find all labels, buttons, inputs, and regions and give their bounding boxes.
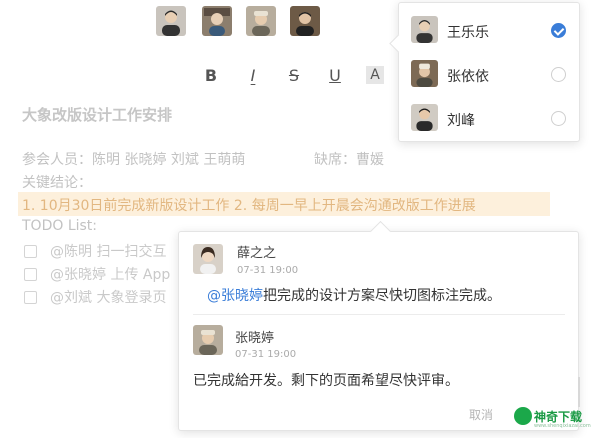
comment-time: 07-31 19:00 <box>237 265 299 276</box>
comment-text: @张晓婷把完成的设计方案尽快切图标注完成。 <box>207 285 501 305</box>
radio-icon[interactable] <box>551 111 566 126</box>
mention-link[interactable]: @张晓婷 <box>207 288 263 304</box>
todo-checkbox[interactable] <box>24 245 37 258</box>
highlight-button[interactable]: A <box>366 66 384 84</box>
absent-line: 缺席：曹媛 <box>314 152 384 168</box>
comment-author: 薛之之 <box>237 246 277 261</box>
italic-button[interactable]: I <box>242 64 264 86</box>
comment-divider <box>193 314 565 315</box>
commenter-avatar <box>193 325 223 355</box>
todo-text: @陈明 扫一扫交互 <box>50 244 167 260</box>
comment-time: 07-31 19:00 <box>235 349 297 360</box>
todo-checkbox[interactable] <box>24 291 37 304</box>
collaborator-avatar[interactable] <box>246 6 276 36</box>
highlighted-conclusions[interactable]: 1. 10月30日前完成新版设计工作 2. 每周一早上开晨会沟通改版工作进展 <box>22 195 476 215</box>
watermark-logo-icon <box>514 407 532 425</box>
scrollbar[interactable] <box>578 377 580 407</box>
underline-button[interactable]: U <box>324 64 346 86</box>
dropdown-item[interactable]: 张依依 <box>399 55 579 95</box>
user-name: 刘峰 <box>447 113 475 129</box>
comment-author: 张晓婷 <box>235 331 275 346</box>
radio-icon[interactable] <box>551 67 566 82</box>
strikethrough-button[interactable]: S <box>283 64 305 86</box>
key-conclusion-label: 关键结论： <box>22 175 92 191</box>
todo-text: @刘斌 大象登录页 <box>50 290 167 306</box>
user-avatar <box>411 60 438 87</box>
todo-title: TODO List: <box>22 218 98 234</box>
todo-text: @张晓婷 上传 App <box>50 267 171 283</box>
collaborator-avatar[interactable] <box>156 6 186 36</box>
watermark-url: www.shenqixiazai.com <box>534 423 591 429</box>
user-name: 张依依 <box>447 69 489 85</box>
comment-body: 已完成給开发。剩下的页面希望尽快评审。 <box>193 373 459 389</box>
user-avatar <box>411 16 438 43</box>
bold-button[interactable]: B <box>200 64 222 86</box>
user-avatar <box>411 104 438 131</box>
user-name: 王乐乐 <box>447 25 489 41</box>
collaborator-avatar[interactable] <box>202 6 232 36</box>
commenter-avatar <box>193 244 223 274</box>
todo-checkbox[interactable] <box>24 268 37 281</box>
selected-check-icon[interactable] <box>551 23 566 38</box>
document-title: 大象改版设计工作安排 <box>22 106 173 124</box>
dropdown-item[interactable]: 刘峰 <box>399 99 579 139</box>
comments-panel: 薛之之 07-31 19:00 @张晓婷把完成的设计方案尽快切图标注完成。 张晓… <box>178 231 580 431</box>
mention-dropdown: 王乐乐 张依依 刘峰 <box>398 2 580 142</box>
collaborator-avatar[interactable] <box>290 6 320 36</box>
attendees-line: 参会人员：陈明 张晓婷 刘斌 王萌萌 <box>22 152 246 168</box>
cancel-button[interactable]: 取消 <box>469 406 493 423</box>
comment-body: 把完成的设计方案尽快切图标注完成。 <box>263 288 501 304</box>
dropdown-item[interactable]: 王乐乐 <box>399 11 579 51</box>
